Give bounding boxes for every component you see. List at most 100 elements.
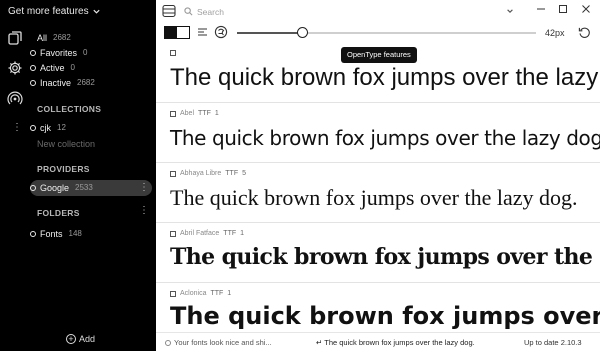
chevron-down-icon[interactable] [506, 7, 514, 15]
font-style-count: 1 [240, 230, 245, 237]
minimize-icon [537, 8, 545, 10]
reset-icon[interactable] [578, 26, 591, 39]
filter-favorites[interactable]: Favorites 0 [30, 45, 87, 60]
font-name: Abril Fatface [180, 230, 220, 237]
filter-inactive[interactable]: Inactive 2682 [30, 75, 95, 90]
add-button[interactable]: + Add [66, 334, 95, 344]
font-meta: Abel TTF 1 [170, 110, 219, 117]
collections-heading: COLLECTIONS [37, 104, 102, 114]
folder-count: 148 [68, 229, 82, 238]
search-icon [184, 7, 193, 16]
font-format: TTF [210, 290, 224, 297]
select-checkbox[interactable] [170, 50, 176, 56]
font-style-count: 1 [214, 110, 219, 117]
opentype-features-icon[interactable] [214, 25, 228, 39]
close-icon [582, 5, 590, 13]
search-input[interactable]: Search [197, 7, 224, 17]
font-meta: Abhaya Libre TTF 5 [170, 170, 246, 177]
font-sample: The quick brown fox jumps over the lazy … [170, 185, 578, 210]
preview-status[interactable]: Your fonts look nice and shi... [165, 338, 272, 347]
maximize-icon [559, 5, 567, 13]
folders-more-icon[interactable]: ⋮ [139, 206, 149, 216]
folders-heading: FOLDERS [37, 208, 80, 218]
more-icon[interactable]: ⋮ [12, 123, 22, 133]
status-dot [30, 184, 36, 191]
return-icon: ↵ [316, 338, 325, 347]
filter-all[interactable]: All 2682 [37, 30, 71, 45]
minimize-button[interactable] [534, 4, 548, 18]
chevron-down-icon [92, 9, 100, 14]
select-checkbox[interactable] [170, 170, 176, 177]
close-button[interactable] [579, 4, 593, 18]
font-style-count: 1 [227, 290, 232, 297]
status-dot [30, 49, 36, 56]
menu-label: Get more features [8, 6, 89, 17]
gear-icon[interactable] [7, 60, 23, 76]
select-checkbox[interactable] [170, 230, 176, 237]
main-panel: Search 42px OpenType features The quick … [156, 0, 600, 351]
select-checkbox[interactable] [170, 290, 176, 297]
filter-active-count: 0 [70, 63, 75, 72]
font-meta [170, 50, 188, 56]
color-swatch-toggle[interactable] [164, 26, 190, 39]
folder-item-fonts[interactable]: Fonts 148 [30, 226, 82, 241]
font-meta: Abril Fatface TTF 1 [170, 230, 244, 237]
panel-toggle-icon[interactable] [162, 4, 176, 18]
status-dot [165, 339, 171, 346]
providers-heading: PROVIDERS [37, 164, 90, 174]
preview-text: Your fonts look nice and shi... [174, 338, 272, 347]
status-dot [30, 79, 36, 86]
broadcast-icon[interactable] [7, 90, 23, 106]
maximize-button[interactable] [556, 4, 570, 18]
font-size-slider-handle[interactable] [297, 27, 309, 38]
font-sample: The quick brown fox jumps over the lazy … [170, 244, 600, 270]
font-meta: Aclonica TTF 1 [170, 290, 231, 297]
filter-all-count: 2682 [53, 33, 71, 42]
search-field[interactable]: Search [184, 4, 520, 19]
select-checkbox[interactable] [170, 110, 176, 117]
get-more-features-menu[interactable]: Get more features [8, 6, 101, 17]
font-row[interactable]: Abel TTF 1 The quick brown fox jumps ove… [156, 104, 600, 163]
filter-favorites-count: 0 [83, 48, 88, 57]
dark-swatch [165, 27, 178, 38]
font-format: TTF [225, 170, 239, 177]
font-style-count: 5 [242, 170, 246, 177]
font-format: TTF [198, 110, 211, 117]
font-sample: The quick brown fox jumps over the lazy … [170, 126, 600, 150]
font-name: Aclonica [180, 290, 207, 297]
provider-item-google[interactable]: Google 2533 [30, 180, 93, 195]
filter-favorites-label: Favorites [40, 47, 78, 58]
font-format: TTF [223, 230, 237, 237]
provider-more-icon[interactable]: ⋮ [139, 183, 149, 193]
toolbar: 42px [156, 22, 600, 44]
font-size-value: 42px [545, 28, 565, 38]
collection-icon[interactable] [7, 30, 23, 46]
title-bar: Search [156, 0, 600, 22]
provider-label: Google [40, 182, 70, 193]
sample-text: The quick brown fox jumps over the lazy … [324, 338, 475, 347]
folder-label: Fonts [40, 228, 63, 239]
provider-count: 2533 [75, 183, 93, 192]
status-bar: Your fonts look nice and shi... ↵ The qu… [156, 332, 600, 351]
opentype-tooltip: OpenType features [341, 47, 417, 63]
align-left-icon[interactable] [197, 27, 208, 38]
filter-all-label: All [37, 32, 48, 43]
new-collection-button[interactable]: New collection [37, 139, 95, 149]
plus-icon: + [66, 334, 76, 344]
status-dot [30, 64, 36, 71]
filter-inactive-count: 2682 [77, 78, 95, 87]
font-size-slider-fill [237, 32, 303, 34]
status-dot [30, 124, 36, 131]
status-dot [30, 230, 36, 237]
collection-count: 12 [57, 123, 66, 132]
font-sample: The quick brown fox jumps over the lazy … [170, 302, 600, 330]
filter-active[interactable]: Active 0 [30, 60, 75, 75]
font-name: Abel [180, 110, 195, 117]
add-label: Add [79, 334, 96, 344]
update-status: Up to date 2.10.3 [524, 338, 582, 347]
collection-item-cjk[interactable]: cjk 12 [30, 120, 66, 135]
font-row[interactable]: Abhaya Libre TTF 5 The quick brown fox j… [156, 164, 600, 223]
sample-text-status[interactable]: ↵ The quick brown fox jumps over the laz… [316, 338, 475, 347]
font-row[interactable]: Abril Fatface TTF 1 The quick brown fox … [156, 224, 600, 283]
light-swatch [177, 27, 189, 38]
